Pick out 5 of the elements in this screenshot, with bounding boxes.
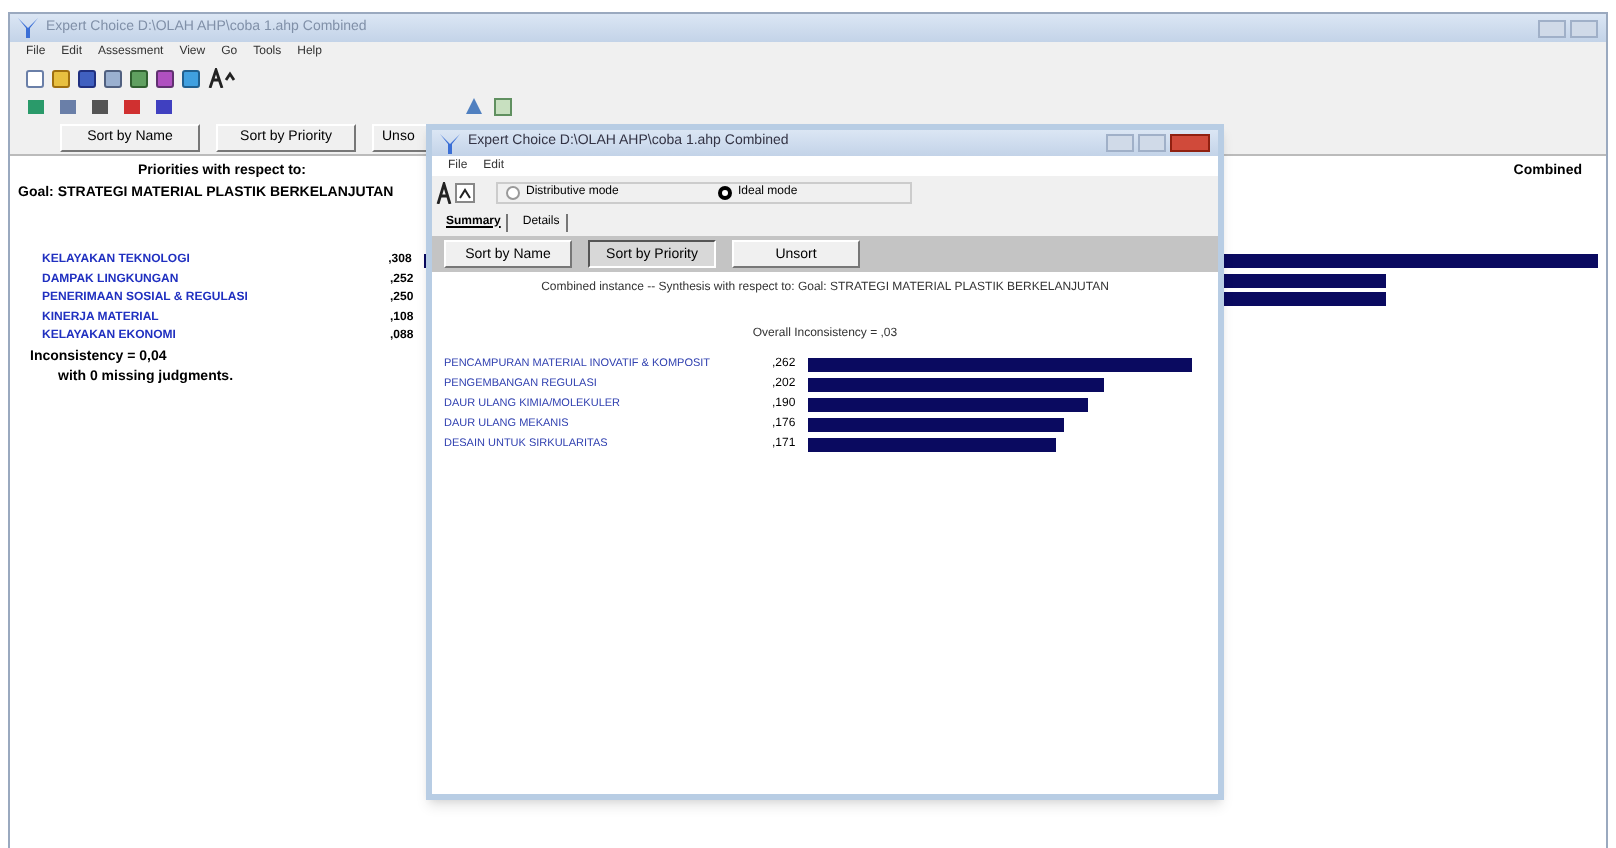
app-logo-icon	[440, 133, 460, 153]
font-size-icon[interactable]	[436, 181, 476, 203]
font-size-icon[interactable]	[208, 68, 236, 88]
app-logo-icon	[18, 18, 38, 38]
close-icon[interactable]	[1170, 134, 1210, 152]
